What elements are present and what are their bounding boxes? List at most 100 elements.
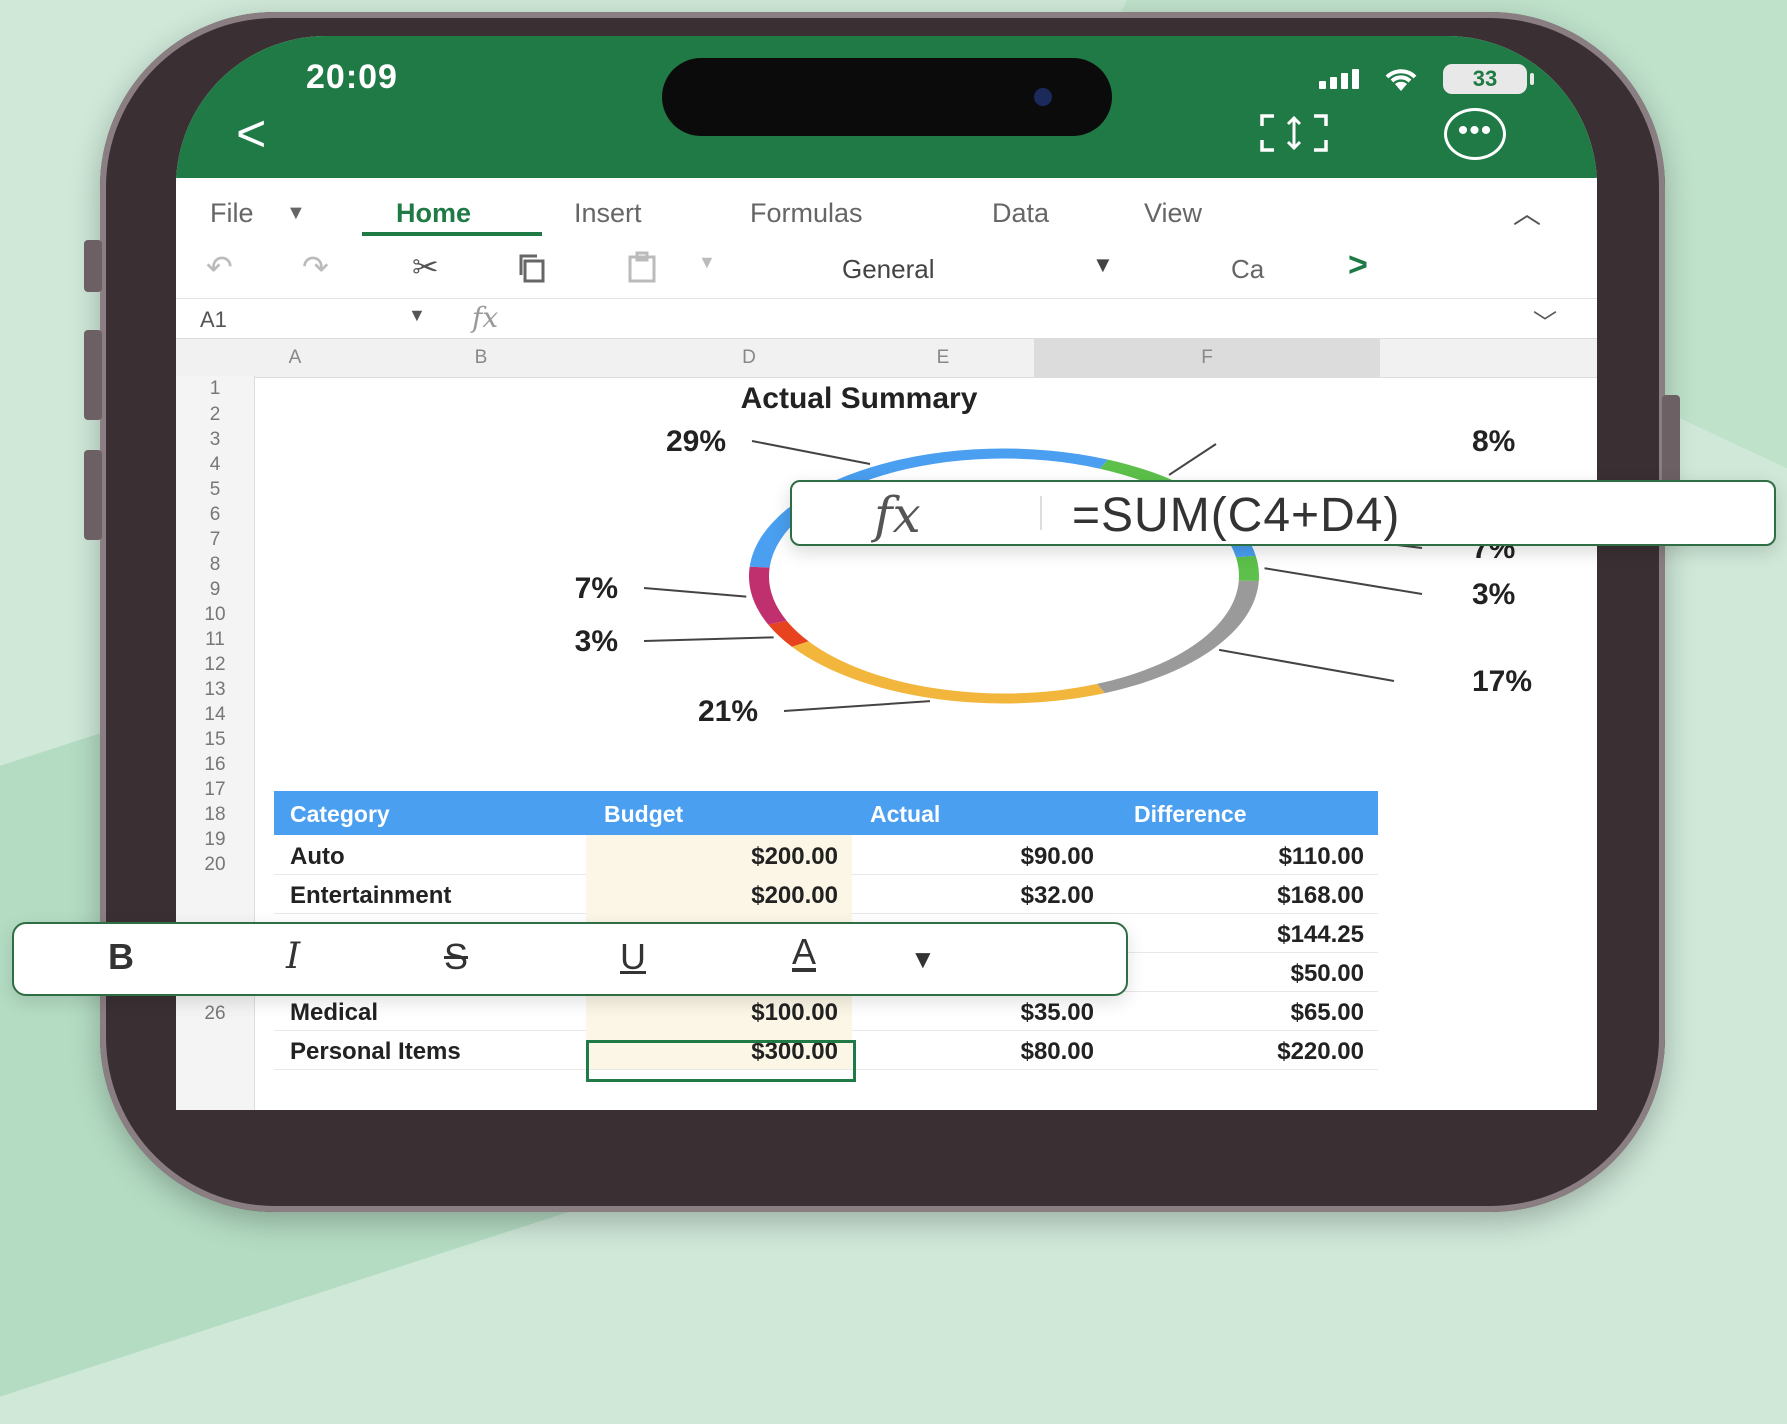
font-color-button[interactable]: A (792, 934, 817, 972)
copy-icon[interactable] (516, 252, 548, 284)
more-options-icon[interactable]: ••• (1444, 108, 1506, 160)
tab-file[interactable]: File (210, 198, 254, 229)
table-cell[interactable]: $220.00 (1108, 1038, 1364, 1066)
table-cell[interactable]: $90.00 (852, 843, 1094, 871)
table-cell[interactable]: $200.00 (586, 882, 838, 910)
donut-slice[interactable] (791, 641, 1105, 704)
fullscreen-expand-icon[interactable] (1258, 112, 1330, 154)
ribbon-toolbar: ↶ ↷ ✂ ▼ General ▼ Ca > (176, 238, 1597, 298)
active-tab-indicator (362, 232, 542, 236)
row-header[interactable]: 3 (176, 429, 254, 451)
row-header[interactable]: 5 (176, 479, 254, 501)
row-header[interactable]: 9 (176, 579, 254, 601)
donut-chart[interactable]: Actual Summary 8% 7% 3% 17% 21% 3% 7% 29% (354, 376, 1584, 786)
cell-reference-box[interactable]: A1 (200, 307, 227, 333)
tab-formulas[interactable]: Formulas (750, 198, 863, 229)
paste-icon[interactable] (626, 250, 658, 284)
row-header[interactable]: 20 (176, 854, 254, 876)
table-cell[interactable]: Medical (290, 999, 378, 1027)
table-cell[interactable]: $32.00 (852, 882, 1094, 910)
row-header[interactable]: 17 (176, 779, 254, 801)
row-header[interactable]: 12 (176, 654, 254, 676)
number-format-dropdown-icon[interactable]: ▼ (1092, 252, 1114, 278)
undo-icon[interactable]: ↶ (206, 248, 233, 286)
cell-style-button[interactable]: Ca (1231, 254, 1264, 285)
back-arrow-icon[interactable]: < (236, 108, 266, 160)
app-header: 20:09 33 < ••• (176, 36, 1597, 178)
row-header[interactable]: 11 (176, 629, 254, 651)
underline-button[interactable]: U (620, 936, 646, 978)
donut-slice[interactable] (768, 620, 809, 647)
row-header[interactable]: 18 (176, 804, 254, 826)
ribbon-tabs: File ▼ Home Insert Formulas Data View ︿ (176, 178, 1597, 236)
row-header[interactable]: 14 (176, 704, 254, 726)
fx-icon[interactable]: fx (472, 301, 498, 334)
file-dropdown-icon[interactable]: ▼ (286, 202, 306, 225)
row-header[interactable]: 8 (176, 554, 254, 576)
row-header[interactable]: 16 (176, 754, 254, 776)
slice-label: 8% (1472, 425, 1515, 458)
row-header[interactable]: 10 (176, 604, 254, 626)
cut-icon[interactable]: ✂ (412, 248, 439, 286)
table-cell[interactable]: $65.00 (1108, 999, 1364, 1027)
table-cell[interactable]: $50.00 (1108, 960, 1364, 988)
table-cell[interactable]: Auto (290, 843, 345, 871)
donut-slice[interactable] (749, 566, 787, 625)
slice-label: 3% (575, 625, 618, 658)
row-header[interactable]: 19 (176, 829, 254, 851)
table-cell[interactable]: $80.00 (852, 1038, 1094, 1066)
column-header[interactable]: E (852, 347, 1034, 369)
table-cell[interactable]: Personal Items (290, 1038, 461, 1066)
row-header[interactable]: 15 (176, 729, 254, 751)
leader-line (783, 700, 931, 712)
donut-slice[interactable] (1096, 580, 1259, 694)
slice-label: 21% (698, 695, 758, 728)
bold-button[interactable]: B (108, 936, 134, 978)
strikethrough-button[interactable]: S (444, 936, 468, 978)
status-icons: 33 (1319, 64, 1534, 94)
row-header[interactable]: 4 (176, 454, 254, 476)
collapse-ribbon-icon[interactable]: ︿ (1513, 192, 1541, 232)
redo-icon[interactable]: ↷ (302, 248, 329, 286)
header-actual[interactable]: Actual (870, 801, 940, 828)
tab-home[interactable]: Home (396, 198, 471, 229)
italic-button[interactable]: I (286, 936, 300, 977)
cell-reference-dropdown-icon[interactable]: ▼ (408, 305, 426, 326)
more-format-dropdown-icon[interactable]: ▼ (910, 944, 936, 975)
table-cell[interactable]: $144.25 (1108, 921, 1364, 949)
number-format-select[interactable]: General (842, 254, 935, 285)
tab-data[interactable]: Data (992, 198, 1049, 229)
column-header[interactable]: F (1034, 347, 1380, 369)
formula-text[interactable]: =SUM(C4+D4) (1072, 488, 1400, 543)
header-category[interactable]: Category (290, 801, 390, 828)
table-cell[interactable]: Entertainment (290, 882, 451, 910)
tab-view[interactable]: View (1144, 198, 1202, 229)
header-budget[interactable]: Budget (604, 801, 683, 828)
cellular-signal-icon (1319, 69, 1359, 89)
column-header[interactable]: B (316, 347, 646, 369)
row-header[interactable]: 13 (176, 679, 254, 701)
table-cell[interactable]: $110.00 (1108, 843, 1364, 871)
header-difference[interactable]: Difference (1134, 801, 1246, 828)
row-header[interactable]: 1 (176, 378, 254, 400)
table-header-row: Category Budget Actual Difference (274, 791, 1378, 835)
leader-line (643, 636, 774, 642)
row-header[interactable]: 7 (176, 529, 254, 551)
table-cell[interactable]: $200.00 (586, 843, 838, 871)
expand-formula-bar-icon[interactable]: ﹀ (1533, 303, 1557, 338)
row-header[interactable]: 26 (176, 1003, 254, 1025)
tab-insert[interactable]: Insert (574, 198, 642, 229)
camera-dot (1034, 88, 1052, 106)
paste-dropdown-icon[interactable]: ▼ (698, 252, 716, 273)
table-cell[interactable]: $35.00 (852, 999, 1094, 1027)
table-cell[interactable]: $168.00 (1108, 882, 1364, 910)
table-cell[interactable]: $100.00 (586, 999, 838, 1027)
row-header[interactable]: 2 (176, 404, 254, 426)
column-header[interactable]: D (646, 347, 852, 369)
phone-volume-up (84, 330, 102, 420)
formula-popup[interactable]: fx =SUM(C4+D4) (790, 480, 1776, 546)
donut-slice[interactable] (1236, 555, 1259, 582)
chevron-right-icon[interactable]: > (1348, 246, 1368, 285)
column-header[interactable]: A (276, 347, 314, 369)
row-header[interactable]: 6 (176, 504, 254, 526)
